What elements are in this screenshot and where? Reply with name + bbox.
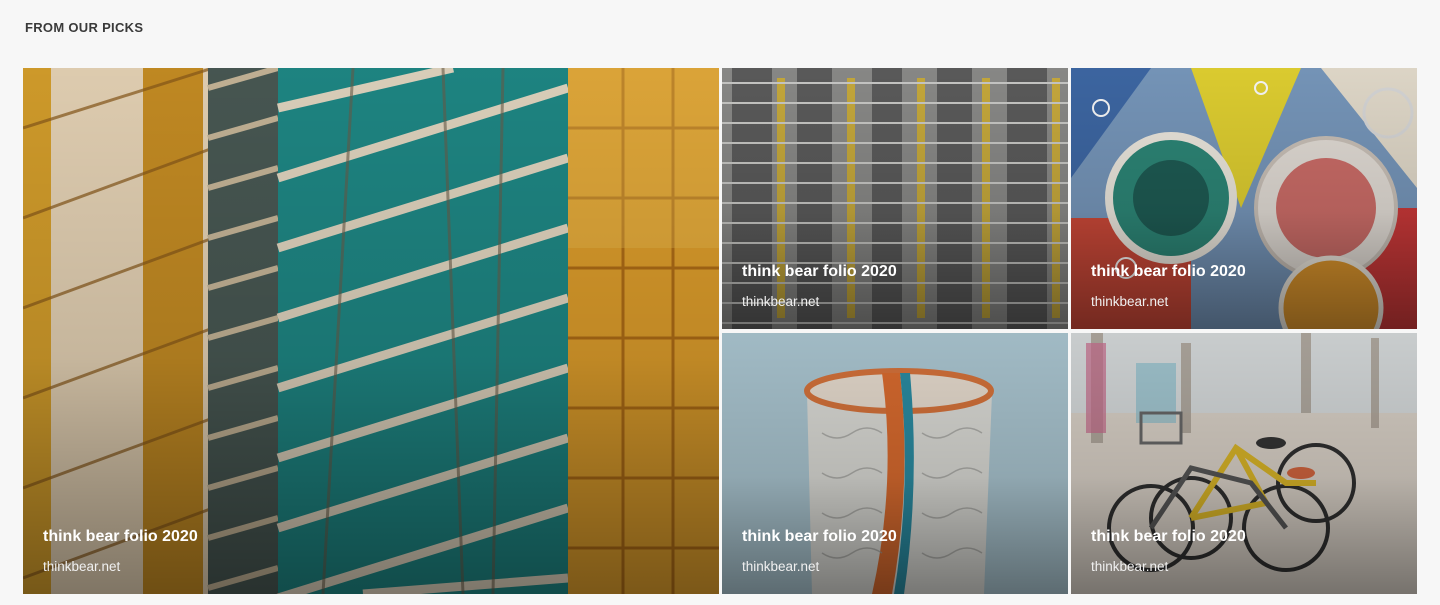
pick-card-1[interactable]: think bear folio 2020 thinkbear.net <box>23 68 719 594</box>
pick-site[interactable]: thinkbear.net <box>43 559 198 574</box>
pick-card-3[interactable]: think bear folio 2020 thinkbear.net <box>1071 68 1417 329</box>
pick-card-5[interactable]: think bear folio 2020 thinkbear.net <box>1071 333 1417 594</box>
pick-title[interactable]: think bear folio 2020 <box>1091 263 1246 281</box>
pick-site[interactable]: thinkbear.net <box>1091 294 1246 309</box>
pick-caption: think bear folio 2020 thinkbear.net <box>742 263 897 309</box>
pick-title[interactable]: think bear folio 2020 <box>742 528 897 546</box>
pick-caption: think bear folio 2020 thinkbear.net <box>43 528 198 574</box>
pick-caption: think bear folio 2020 thinkbear.net <box>1091 263 1246 309</box>
pick-title[interactable]: think bear folio 2020 <box>742 263 897 281</box>
pick-card-4[interactable]: think bear folio 2020 thinkbear.net <box>722 333 1068 594</box>
pick-title[interactable]: think bear folio 2020 <box>1091 528 1246 546</box>
section-title: FROM OUR PICKS <box>25 20 144 35</box>
pick-card-2[interactable]: think bear folio 2020 thinkbear.net <box>722 68 1068 329</box>
pick-site[interactable]: thinkbear.net <box>742 559 897 574</box>
pick-title[interactable]: think bear folio 2020 <box>43 528 198 546</box>
pick-caption: think bear folio 2020 thinkbear.net <box>742 528 897 574</box>
pick-site[interactable]: thinkbear.net <box>1091 559 1246 574</box>
picks-grid: think bear folio 2020 thinkbear.net thin… <box>23 68 1417 594</box>
pick-site[interactable]: thinkbear.net <box>742 294 897 309</box>
pick-caption: think bear folio 2020 thinkbear.net <box>1091 528 1246 574</box>
image-overlay <box>23 68 719 594</box>
